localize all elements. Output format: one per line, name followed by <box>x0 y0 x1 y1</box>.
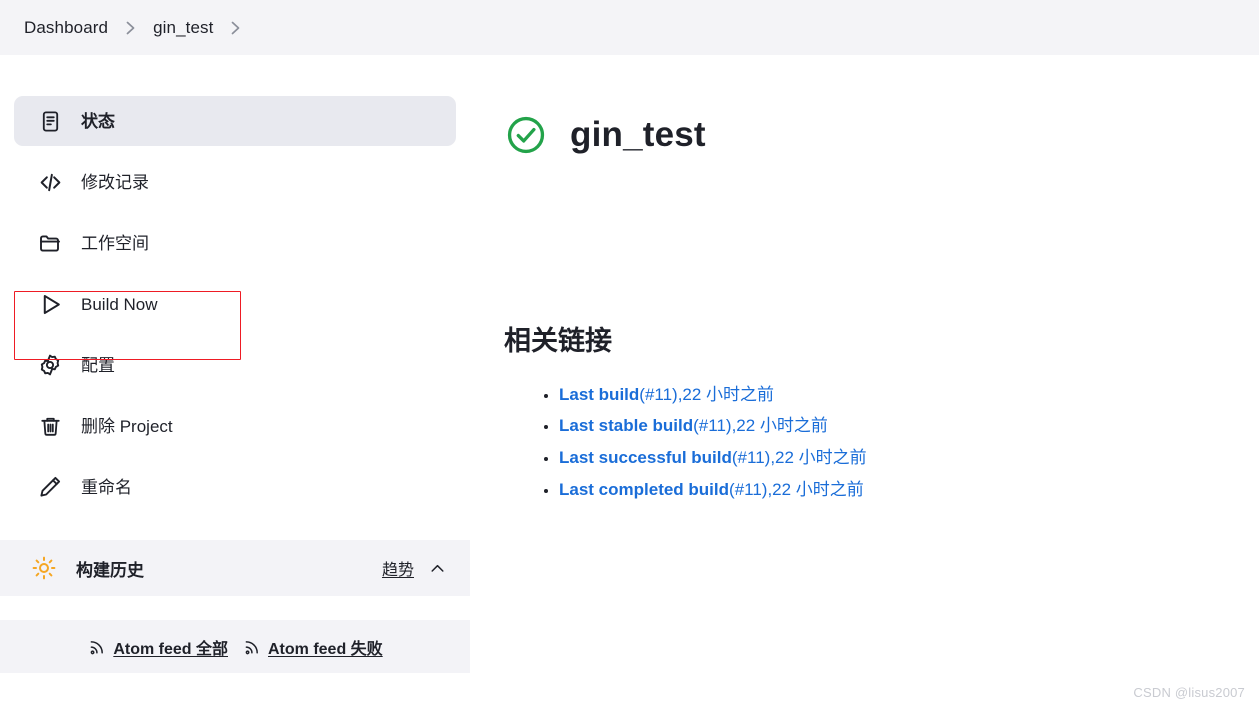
chevron-up-icon[interactable] <box>428 559 446 577</box>
gear-icon <box>37 352 63 378</box>
sidebar-item-workspace[interactable]: 工作空间 <box>14 218 456 268</box>
chevron-right-icon-2[interactable] <box>230 20 241 36</box>
sidebar-item-label: 删除 Project <box>81 416 173 436</box>
link-strong-text: Last stable build <box>559 416 694 436</box>
play-icon <box>37 291 63 317</box>
sidebar-item-label: 工作空间 <box>81 233 149 253</box>
watermark: CSDN @lisus2007 <box>1133 685 1245 700</box>
link-rest-text: (#11),22 小时之前 <box>729 479 864 499</box>
link-rest-text: (#11),22 小时之前 <box>639 384 775 404</box>
sidebar-item-build-now[interactable]: Build Now <box>14 279 456 329</box>
main-content: gin_test 相关链接 Last build(#11),22 小时之前 La… <box>470 55 1259 510</box>
link-strong-text: Last completed build <box>559 479 730 499</box>
atom-feed-failed-link[interactable]: Atom feed 失败 <box>242 635 383 659</box>
list-item: Last successful build(#11),22 小时之前 <box>559 447 1259 470</box>
trash-icon <box>37 413 63 439</box>
atom-feed-all-label: Atom feed 全部 <box>113 640 228 658</box>
folder-icon <box>37 230 63 256</box>
sidebar-item-label: Build Now <box>81 294 158 314</box>
last-successful-build-link[interactable]: Last successful build(#11),22 小时之前 <box>559 448 867 467</box>
sidebar: 状态 修改记录 工作空间 Build Now 配置 删除 Project 重命名… <box>0 55 470 673</box>
sidebar-item-configure[interactable]: 配置 <box>14 340 456 390</box>
last-build-link[interactable]: Last build(#11),22 小时之前 <box>559 385 774 404</box>
sidebar-item-changes[interactable]: 修改记录 <box>14 157 456 207</box>
job-header: gin_test <box>504 94 1259 176</box>
link-strong-text: Last successful build <box>559 448 732 468</box>
sidebar-item-rename[interactable]: 重命名 <box>14 462 456 512</box>
sidebar-item-label: 配置 <box>81 355 115 375</box>
document-icon <box>37 108 63 134</box>
page-title: gin_test <box>570 115 706 155</box>
related-links-heading: 相关链接 <box>504 325 612 356</box>
rss-icon <box>242 637 261 656</box>
pencil-icon <box>37 474 63 500</box>
sidebar-item-status[interactable]: 状态 <box>14 96 456 146</box>
breadcrumb-item-gin-test[interactable]: gin_test <box>153 18 213 38</box>
link-strong-text: Last build <box>559 384 640 404</box>
breadcrumb: Dashboard gin_test <box>0 0 1259 55</box>
sidebar-item-label: 状态 <box>81 111 115 131</box>
atom-feed-panel: Atom feed 全部 Atom feed 失败 <box>0 620 470 673</box>
list-item: Last stable build(#11),22 小时之前 <box>559 415 1259 438</box>
atom-feed-all-link[interactable]: Atom feed 全部 <box>87 635 228 659</box>
breadcrumb-item-dashboard[interactable]: Dashboard <box>24 18 108 38</box>
link-rest-text: (#11),22 小时之前 <box>693 416 828 436</box>
list-item: Last build(#11),22 小时之前 <box>559 384 1259 407</box>
link-rest-text: (#11),22 小时之前 <box>731 448 867 468</box>
build-trend-link[interactable]: 趋势 <box>382 556 414 580</box>
build-history-title: 构建历史 <box>76 560 144 580</box>
build-history-panel: 构建历史 趋势 <box>0 540 470 596</box>
last-stable-build-link[interactable]: Last stable build(#11),22 小时之前 <box>559 416 828 435</box>
chevron-right-icon <box>125 20 136 36</box>
sidebar-item-label: 重命名 <box>81 477 132 497</box>
sidebar-item-delete-project[interactable]: 删除 Project <box>14 401 456 451</box>
list-item: Last completed build(#11),22 小时之前 <box>559 479 1259 502</box>
sidebar-item-label: 修改记录 <box>81 172 149 192</box>
check-circle-icon <box>504 113 548 157</box>
atom-feed-failed-label: Atom feed 失败 <box>268 640 383 658</box>
code-icon <box>37 169 63 195</box>
rss-icon <box>87 637 106 656</box>
related-links-list: Last build(#11),22 小时之前 Last stable buil… <box>504 384 1259 501</box>
last-completed-build-link[interactable]: Last completed build(#11),22 小时之前 <box>559 480 864 499</box>
sun-icon <box>31 555 57 581</box>
